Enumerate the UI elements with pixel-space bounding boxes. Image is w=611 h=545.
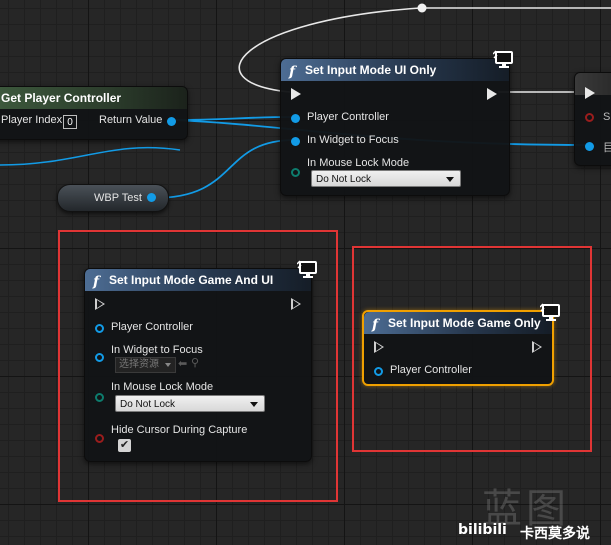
partial-label-a: Sh <box>603 111 611 123</box>
watermark-author: 卡西莫多说 <box>520 526 590 542</box>
partial-label-b: 目 <box>603 142 611 154</box>
mouse-lock-dropdown[interactable]: Do Not Lock <box>311 170 461 187</box>
node-header: Get Player Controller <box>0 87 187 109</box>
object-pin[interactable] <box>585 142 594 151</box>
wbp-test-label: WBP Test <box>94 192 142 204</box>
node-header: f Set Input Mode UI Only <box>281 59 509 81</box>
widget-focus-pin[interactable] <box>291 137 300 146</box>
wire-return-to-player-controller <box>173 116 296 121</box>
mouse-lock-label: In Mouse Lock Mode <box>307 157 410 169</box>
set-input-mode-ui-only-node[interactable]: f Set Input Mode UI Only Player Controll… <box>280 50 513 196</box>
mouse-lock-pin[interactable] <box>291 168 300 177</box>
exec-in-pin[interactable] <box>585 87 595 99</box>
widget-focus-label: In Widget to Focus <box>307 134 399 146</box>
bool-pin[interactable] <box>585 113 594 122</box>
watermark-site: bilibili <box>458 522 507 538</box>
player-controller-pin[interactable] <box>291 114 300 123</box>
monitor-target-icon <box>493 50 513 68</box>
player-index-label: Player Index <box>1 114 63 126</box>
annotation-box-game-and-ui <box>58 230 338 502</box>
chevron-down-icon <box>446 177 454 182</box>
return-value-label: Return Value <box>99 114 163 126</box>
node-title: Set Input Mode UI Only <box>305 63 437 77</box>
reroute-node[interactable] <box>417 3 427 13</box>
player-controller-label: Player Controller <box>307 111 389 123</box>
wire-from-offscreen <box>0 146 181 166</box>
wbp-test-output-pin[interactable] <box>147 193 156 202</box>
wbp-test-variable-node[interactable]: WBP Test <box>57 184 169 212</box>
partial-function-node[interactable]: Sh 目 <box>574 72 611 166</box>
mouse-lock-value: Do Not Lock <box>316 174 372 185</box>
node-title: Get Player Controller <box>1 91 122 105</box>
exec-in-pin[interactable] <box>291 88 301 100</box>
player-index-input[interactable]: 0 <box>63 115 77 129</box>
exec-out-pin[interactable] <box>487 88 497 100</box>
annotation-box-game-only <box>352 246 592 452</box>
get-player-controller-node[interactable]: Get Player Controller Player Index 0 Ret… <box>0 86 188 140</box>
return-value-pin[interactable] <box>167 117 176 126</box>
function-icon: f <box>289 64 296 80</box>
